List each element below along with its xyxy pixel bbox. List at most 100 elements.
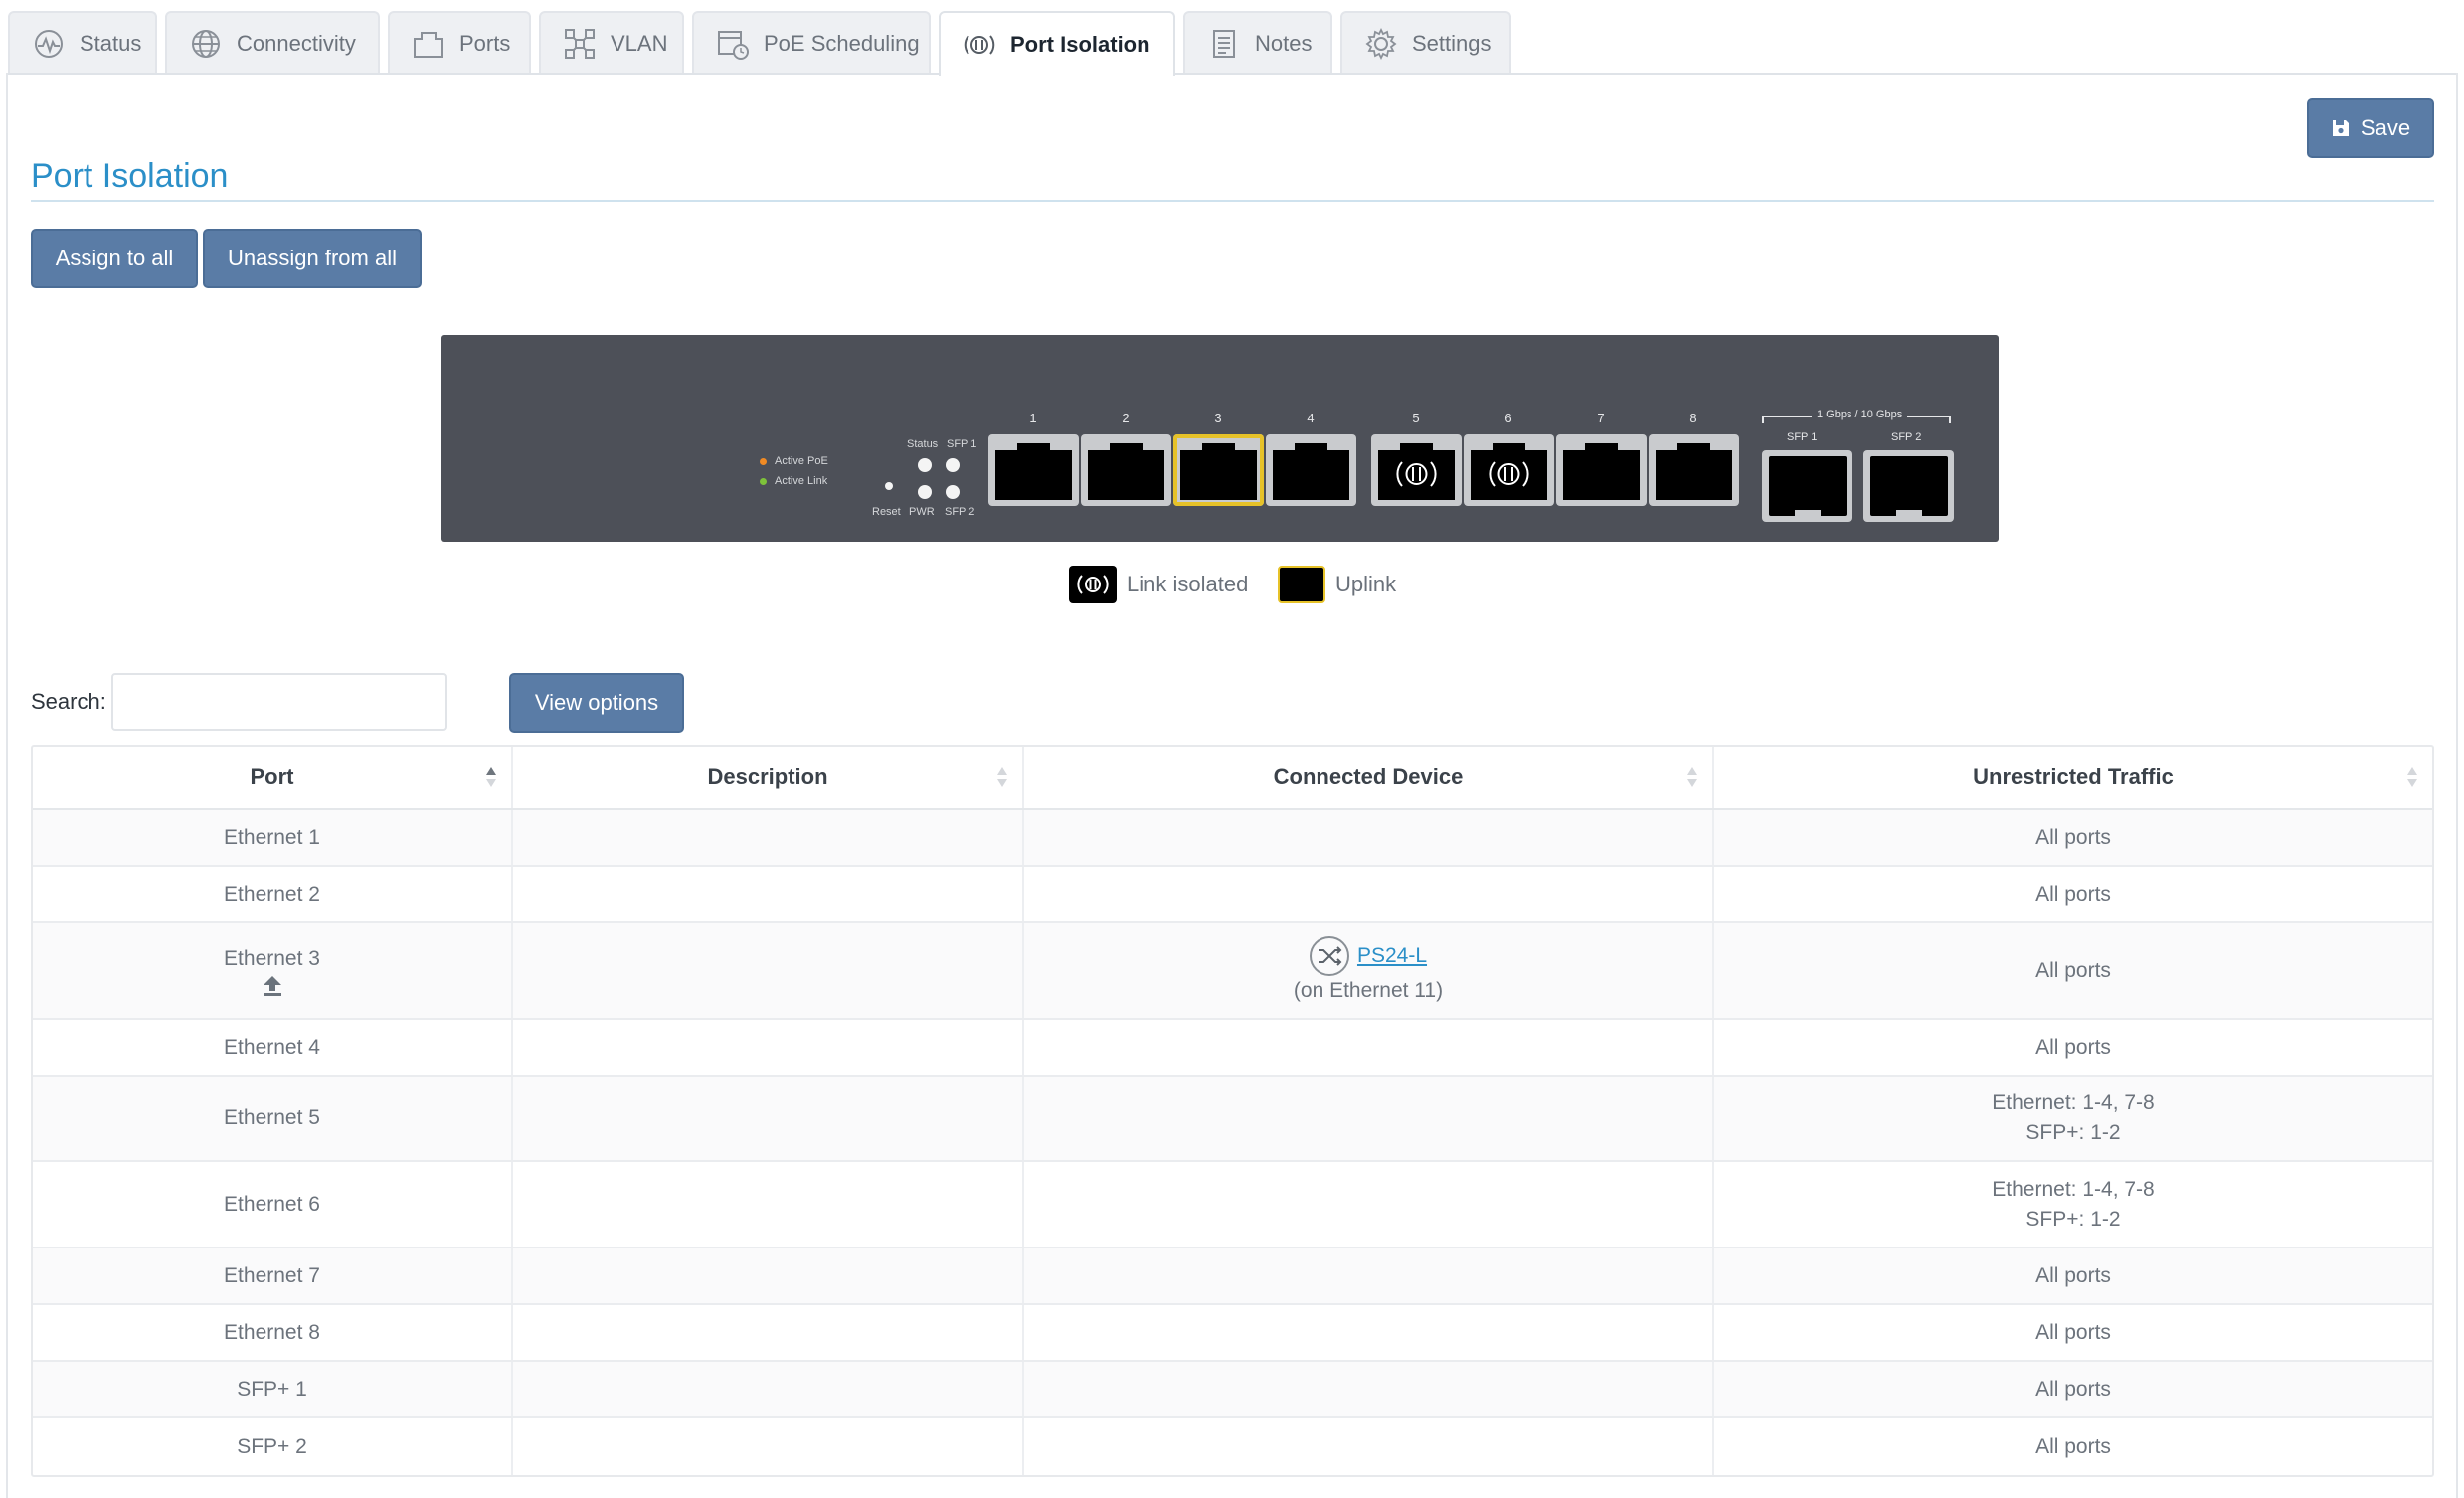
ethernet-port-1[interactable] <box>988 434 1079 506</box>
link-led-icon <box>760 477 767 485</box>
cell-traffic: All ports <box>2035 825 2111 849</box>
cell-port: Ethernet 1 <box>33 810 513 865</box>
unassign-from-all-button[interactable]: Unassign from all <box>203 229 422 288</box>
ethernet-port-7[interactable] <box>1556 434 1647 506</box>
title-divider <box>31 200 2434 202</box>
table-row[interactable]: Ethernet 3 PS24-L (on Ethernet 11) All p… <box>33 923 2432 1020</box>
reset-button[interactable] <box>885 482 893 490</box>
cell-traffic: Ethernet: 1-4, 7-8 SFP+: 1-2 <box>1992 1177 2155 1231</box>
save-button[interactable]: Save <box>2307 98 2434 158</box>
uplink-upload-icon <box>262 974 283 998</box>
search-label: Search: <box>31 689 106 714</box>
sfp-speed-label: 1 Gbps / 10 Gbps <box>1812 409 1908 420</box>
sort-icon <box>2406 766 2418 788</box>
sfp2-port-label: SFP 2 <box>1891 431 1922 443</box>
cell-port: Ethernet 3 <box>33 923 513 1018</box>
ethernet-port-6-isolated[interactable] <box>1464 434 1554 506</box>
table-row[interactable]: SFP+ 2 All ports <box>33 1418 2432 1475</box>
view-options-button[interactable]: View options <box>509 673 684 733</box>
cell-description <box>513 1305 1024 1360</box>
save-label: Save <box>2360 115 2411 140</box>
globe-icon <box>189 27 223 61</box>
cell-traffic: All ports <box>2035 1263 2111 1287</box>
ethernet-port-8[interactable] <box>1649 434 1739 506</box>
uplink-swatch-icon <box>1278 566 1325 603</box>
sort-icon <box>996 766 1008 788</box>
tab-ports[interactable]: Ports <box>388 11 531 74</box>
cell-description <box>513 1362 1024 1416</box>
tab-bar: Status Connectivity Ports VLAN PoE Sched… <box>0 0 2464 76</box>
notes-icon <box>1207 27 1241 61</box>
table-header: Port Description Connected Device Unrest… <box>33 747 2432 810</box>
sfp-port-2[interactable] <box>1863 450 1954 522</box>
table-row[interactable]: SFP+ 1 All ports <box>33 1362 2432 1418</box>
tab-status[interactable]: Status <box>8 11 157 74</box>
led-legend-link: Active Link <box>760 475 827 487</box>
port-number: 3 <box>1214 411 1222 425</box>
legend-link-isolated: Link isolated <box>1069 566 1248 603</box>
port-number: 1 <box>1029 411 1037 425</box>
ethernet-port-4[interactable] <box>1266 434 1356 506</box>
tab-label: Ports <box>459 30 511 56</box>
cell-connected-device <box>1024 1020 1714 1075</box>
cell-description <box>513 867 1024 921</box>
legend-uplink: Uplink <box>1278 566 1396 603</box>
isolation-icon <box>963 28 996 62</box>
assign-to-all-button[interactable]: Assign to all <box>31 229 198 288</box>
pwr-led <box>918 485 932 499</box>
tab-label: Status <box>80 30 142 56</box>
tab-label: Connectivity <box>237 30 356 56</box>
cell-description <box>513 1418 1024 1475</box>
tab-label: PoE Scheduling <box>764 30 920 56</box>
table-row[interactable]: Ethernet 2 All ports <box>33 867 2432 923</box>
cell-connected-device <box>1024 1162 1714 1247</box>
table-row[interactable]: Ethernet 1 All ports <box>33 810 2432 867</box>
search-input[interactable] <box>111 673 447 731</box>
column-header-port[interactable]: Port <box>33 747 513 808</box>
cell-connected-device: PS24-L (on Ethernet 11) <box>1024 923 1714 1018</box>
ethernet-port-2[interactable] <box>1081 434 1171 506</box>
column-header-description[interactable]: Description <box>513 747 1024 808</box>
cell-description <box>513 923 1024 1018</box>
cell-port: Ethernet 8 <box>33 1305 513 1360</box>
cell-port: Ethernet 4 <box>33 1020 513 1075</box>
connected-device-link[interactable]: PS24-L <box>1357 941 1427 971</box>
switch-front-panel: Active PoE Active Link Status SFP 1 Rese… <box>441 335 1999 542</box>
table-row[interactable]: Ethernet 8 All ports <box>33 1305 2432 1362</box>
cell-traffic: All ports <box>2035 958 2111 982</box>
table-row[interactable]: Ethernet 6 Ethernet: 1-4, 7-8 SFP+: 1-2 <box>33 1162 2432 1248</box>
pwr-label: PWR <box>909 506 935 518</box>
isolation-icon <box>1069 566 1117 603</box>
tab-settings[interactable]: Settings <box>1340 11 1511 74</box>
led-legend-poe: Active PoE <box>760 455 828 467</box>
cell-port: Ethernet 6 <box>33 1162 513 1247</box>
cell-connected-device <box>1024 867 1714 921</box>
reset-label: Reset <box>872 506 901 518</box>
table-row[interactable]: Ethernet 4 All ports <box>33 1020 2432 1077</box>
cell-description <box>513 810 1024 865</box>
tab-vlan[interactable]: VLAN <box>539 11 684 74</box>
cell-connected-device <box>1024 1077 1714 1160</box>
tab-poe-scheduling[interactable]: PoE Scheduling <box>692 11 931 74</box>
port-number: 8 <box>1689 411 1697 425</box>
cell-port: Ethernet 2 <box>33 867 513 921</box>
sort-ascending-icon <box>485 766 497 788</box>
cell-description <box>513 1077 1024 1160</box>
column-header-unrestricted-traffic[interactable]: Unrestricted Traffic <box>1714 747 2432 808</box>
sfp1-port-label: SFP 1 <box>1787 431 1818 443</box>
ethernet-port-3-uplink[interactable] <box>1173 434 1264 506</box>
tab-label: Settings <box>1412 30 1492 56</box>
tab-connectivity[interactable]: Connectivity <box>165 11 380 74</box>
ports-icon <box>412 27 445 61</box>
column-header-connected-device[interactable]: Connected Device <box>1024 747 1714 808</box>
tab-notes[interactable]: Notes <box>1183 11 1332 74</box>
table-row[interactable]: Ethernet 5 Ethernet: 1-4, 7-8 SFP+: 1-2 <box>33 1077 2432 1162</box>
sort-icon <box>1686 766 1698 788</box>
table-row[interactable]: Ethernet 7 All ports <box>33 1248 2432 1305</box>
cell-description <box>513 1020 1024 1075</box>
tab-port-isolation[interactable]: Port Isolation <box>939 11 1175 76</box>
vlan-icon <box>563 27 597 61</box>
ethernet-port-5-isolated[interactable] <box>1371 434 1462 506</box>
sfp2-led-label: SFP 2 <box>945 506 975 518</box>
sfp-port-1[interactable] <box>1762 450 1852 522</box>
